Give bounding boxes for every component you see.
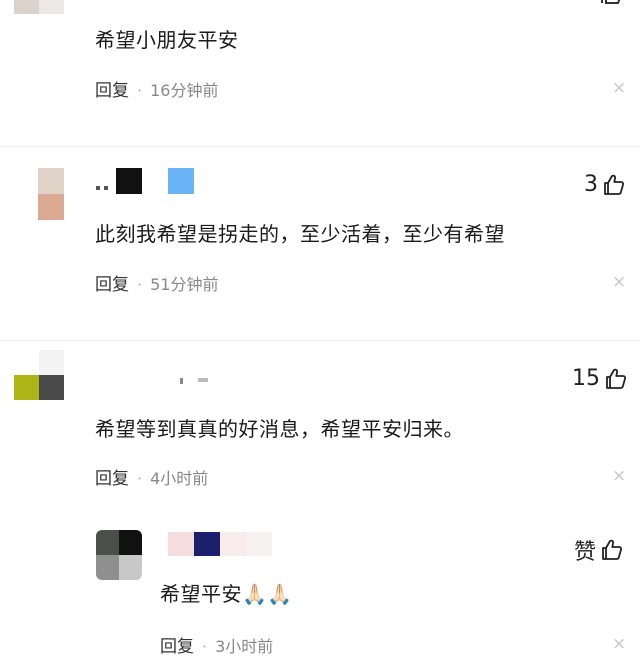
like-button[interactable]: 15 bbox=[572, 366, 628, 391]
like-button[interactable]: 赞 bbox=[574, 534, 624, 566]
meta-separator: · bbox=[137, 469, 143, 488]
reply-button[interactable]: 回复 bbox=[95, 81, 129, 101]
timestamp: 4小时前 bbox=[150, 469, 209, 488]
thumbs-up-icon bbox=[602, 539, 623, 560]
reply-button[interactable]: 回复 bbox=[95, 275, 129, 295]
meta-separator: · bbox=[137, 81, 143, 100]
comment-meta: 回复 · 3小时前 bbox=[160, 632, 273, 657]
comment-text: 希望小朋友平安 bbox=[95, 28, 239, 52]
thumbs-up-icon[interactable] bbox=[598, 0, 624, 6]
meta-separator: · bbox=[137, 275, 143, 294]
meta-separator: · bbox=[202, 637, 208, 656]
avatar[interactable] bbox=[96, 530, 142, 580]
thumbs-up-icon bbox=[604, 174, 625, 195]
close-icon[interactable]: × bbox=[612, 466, 626, 486]
like-count: 15 bbox=[572, 366, 600, 391]
divider bbox=[0, 340, 640, 341]
avatar[interactable] bbox=[14, 0, 64, 14]
thumbs-up-icon bbox=[606, 368, 627, 389]
like-label: 赞 bbox=[574, 540, 597, 565]
comment-meta: 回复 · 4小时前 bbox=[95, 464, 208, 489]
divider bbox=[0, 146, 640, 147]
pray-emoji: 🙏🏻🙏🏻 bbox=[242, 582, 293, 606]
close-icon[interactable]: × bbox=[612, 78, 626, 98]
close-icon[interactable]: × bbox=[612, 634, 626, 654]
avatar[interactable] bbox=[14, 350, 64, 400]
close-icon[interactable]: × bbox=[612, 272, 626, 292]
reply-button[interactable]: 回复 bbox=[95, 469, 129, 489]
comment-text: 此刻我希望是拐走的，至少活着，至少有希望 bbox=[95, 222, 505, 246]
username[interactable] bbox=[168, 532, 272, 556]
timestamp: 16分钟前 bbox=[150, 81, 219, 100]
username[interactable] bbox=[180, 376, 220, 386]
comment-meta: 回复 · 51分钟前 bbox=[95, 270, 218, 295]
like-count: 3 bbox=[584, 172, 598, 197]
timestamp: 51分钟前 bbox=[150, 275, 219, 294]
reply-button[interactable]: 回复 bbox=[160, 637, 194, 657]
username[interactable] bbox=[96, 168, 196, 194]
timestamp: 3小时前 bbox=[215, 637, 274, 656]
reply-text: 希望平安 bbox=[160, 582, 242, 606]
comment-text: 希望平安🙏🏻🙏🏻 bbox=[160, 578, 293, 607]
like-button[interactable]: 3 bbox=[584, 172, 626, 197]
avatar[interactable] bbox=[38, 168, 64, 220]
comment-meta: 回复 · 16分钟前 bbox=[95, 76, 218, 101]
comment-text: 希望等到真真的好消息，希望平安归来。 bbox=[95, 417, 464, 441]
